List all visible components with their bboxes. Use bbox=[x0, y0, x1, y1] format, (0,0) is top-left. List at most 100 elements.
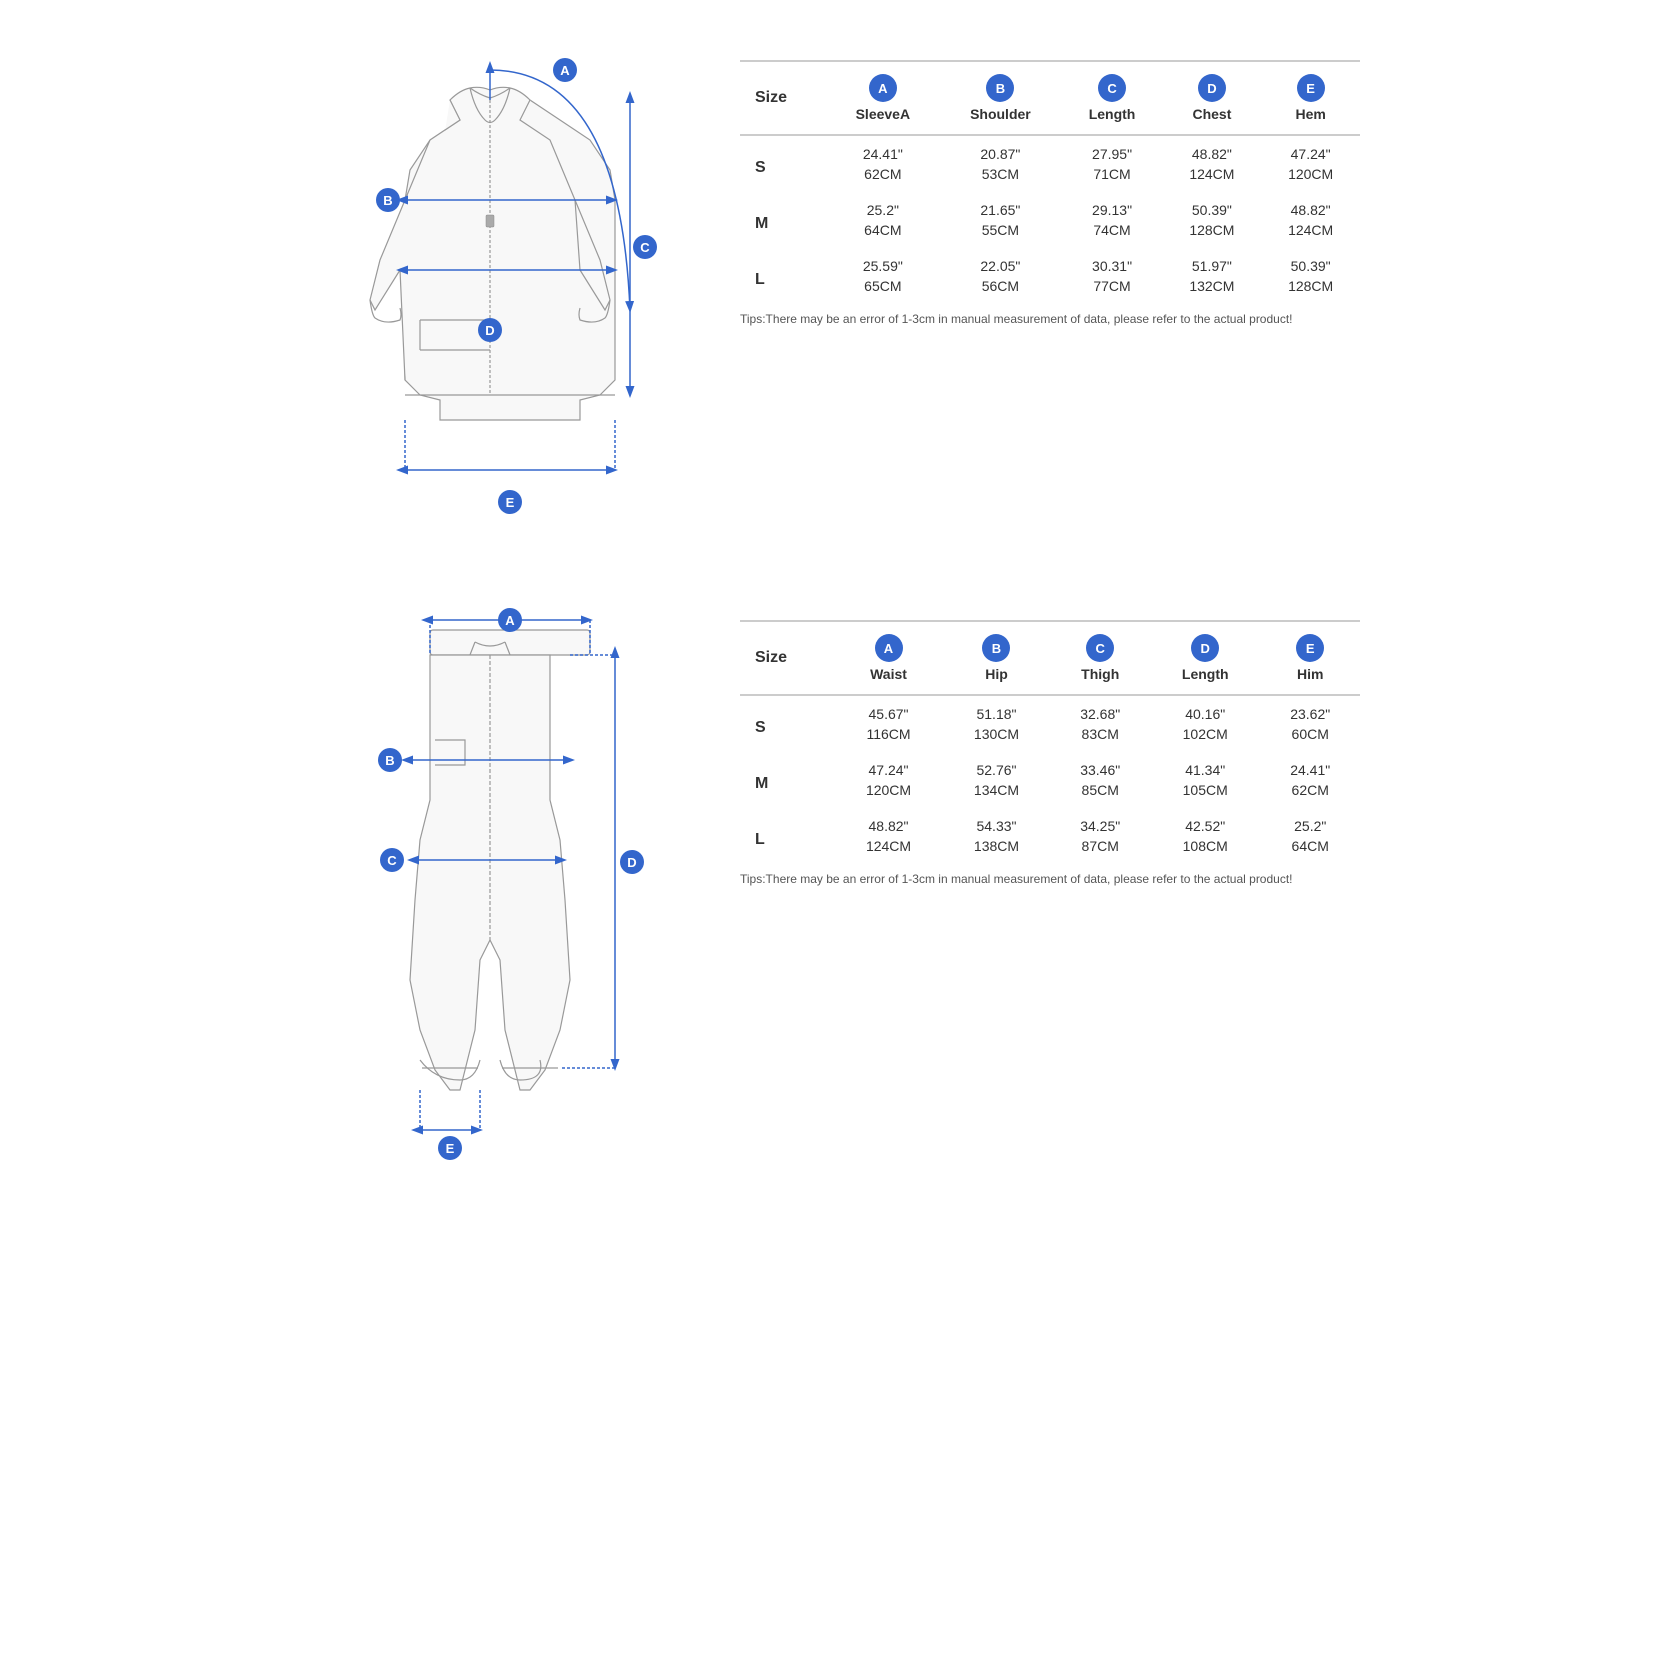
table-row: L48.82"54.33"34.25"42.52"25.2" bbox=[740, 808, 1360, 836]
measurement-cm: 56CM bbox=[939, 276, 1061, 304]
measurement-cm: 60CM bbox=[1260, 724, 1360, 752]
measurement-inch: 27.95" bbox=[1062, 135, 1163, 164]
badge-a: A bbox=[869, 74, 897, 102]
pants-col-e-header: E Him bbox=[1260, 621, 1360, 695]
svg-text:E: E bbox=[446, 1141, 455, 1156]
measurement-inch: 24.41" bbox=[1260, 752, 1360, 780]
measurement-cm: 64CM bbox=[1260, 836, 1360, 864]
pants-section: A B C D E bbox=[320, 600, 1360, 1160]
table-row: M47.24"52.76"33.46"41.34"24.41" bbox=[740, 752, 1360, 780]
measurement-cm: 105CM bbox=[1150, 780, 1261, 808]
svg-text:B: B bbox=[383, 193, 392, 208]
measurement-cm: 116CM bbox=[835, 724, 943, 752]
measurement-inch: 21.65" bbox=[939, 192, 1061, 220]
measurement-cm: 108CM bbox=[1150, 836, 1261, 864]
measurement-cm: 83CM bbox=[1050, 724, 1149, 752]
pants-badge-c: C bbox=[1086, 634, 1114, 662]
measurement-inch: 54.33" bbox=[943, 808, 1051, 836]
table-row: 65CM56CM77CM132CM128CM bbox=[740, 276, 1360, 304]
measurement-cm: 62CM bbox=[826, 164, 939, 192]
measurement-cm: 130CM bbox=[943, 724, 1051, 752]
measurement-inch: 50.39" bbox=[1163, 192, 1262, 220]
measurement-cm: 55CM bbox=[939, 220, 1061, 248]
measurement-inch: 51.18" bbox=[943, 695, 1051, 724]
measurement-inch: 52.76" bbox=[943, 752, 1051, 780]
jacket-diagram: A B C D E bbox=[320, 40, 700, 540]
measurement-cm: 74CM bbox=[1062, 220, 1163, 248]
measurement-inch: 33.46" bbox=[1050, 752, 1149, 780]
measurement-inch: 48.82" bbox=[1261, 192, 1360, 220]
measurement-cm: 85CM bbox=[1050, 780, 1149, 808]
badge-d: D bbox=[1198, 74, 1226, 102]
measurement-cm: 64CM bbox=[826, 220, 939, 248]
jacket-size-table: Size A SleeveA B Shoulder bbox=[740, 60, 1360, 304]
measurement-cm: 71CM bbox=[1062, 164, 1163, 192]
measurement-inch: 29.13" bbox=[1062, 192, 1163, 220]
jacket-col-d-header: D Chest bbox=[1163, 61, 1262, 135]
measurement-inch: 45.67" bbox=[835, 695, 943, 724]
measurement-inch: 30.31" bbox=[1062, 248, 1163, 276]
pants-badge-b: B bbox=[982, 634, 1010, 662]
measurement-cm: 65CM bbox=[826, 276, 939, 304]
measurement-inch: 32.68" bbox=[1050, 695, 1149, 724]
pants-col-d-header: D Length bbox=[1150, 621, 1261, 695]
hip-label: Hip bbox=[985, 666, 1008, 682]
svg-text:A: A bbox=[560, 63, 570, 78]
measurement-inch: 48.82" bbox=[835, 808, 943, 836]
pants-header-row: Size A Waist B Hip bbox=[740, 621, 1360, 695]
measurement-cm: 132CM bbox=[1163, 276, 1262, 304]
page-container: A B C D E bbox=[300, 0, 1380, 1200]
pants-col-c-header: C Thigh bbox=[1050, 621, 1149, 695]
measurement-inch: 23.62" bbox=[1260, 695, 1360, 724]
measurement-inch: 47.24" bbox=[835, 752, 943, 780]
measurement-cm: 120CM bbox=[1261, 164, 1360, 192]
svg-text:D: D bbox=[485, 323, 494, 338]
jacket-table-container: Size A SleeveA B Shoulder bbox=[740, 40, 1360, 326]
length-label: Length bbox=[1089, 106, 1136, 122]
measurement-inch: 50.39" bbox=[1261, 248, 1360, 276]
jacket-section: A B C D E bbox=[320, 40, 1360, 540]
measurement-inch: 47.24" bbox=[1261, 135, 1360, 164]
shoulder-label: Shoulder bbox=[970, 106, 1031, 122]
measurement-inch: 25.2" bbox=[826, 192, 939, 220]
table-row: 64CM55CM74CM128CM124CM bbox=[740, 220, 1360, 248]
measurement-inch: 42.52" bbox=[1150, 808, 1261, 836]
size-cell: L bbox=[740, 248, 826, 304]
measurement-inch: 48.82" bbox=[1163, 135, 1262, 164]
measurement-cm: 128CM bbox=[1261, 276, 1360, 304]
pants-badge-e: E bbox=[1296, 634, 1324, 662]
chest-label: Chest bbox=[1192, 106, 1231, 122]
size-cell: L bbox=[740, 808, 835, 864]
pants-badge-d: D bbox=[1191, 634, 1219, 662]
jacket-col-b-header: B Shoulder bbox=[939, 61, 1061, 135]
jacket-col-a-header: A SleeveA bbox=[826, 61, 939, 135]
jacket-col-e-header: E Hem bbox=[1261, 61, 1360, 135]
measurement-cm: 62CM bbox=[1260, 780, 1360, 808]
jacket-tips: Tips:There may be an error of 1-3cm in m… bbox=[740, 312, 1360, 326]
measurement-cm: 124CM bbox=[1163, 164, 1262, 192]
jacket-header-row: Size A SleeveA B Shoulder bbox=[740, 61, 1360, 135]
pants-size-table: Size A Waist B Hip bbox=[740, 620, 1360, 864]
svg-text:B: B bbox=[385, 753, 394, 768]
sleeve-a-label: SleeveA bbox=[856, 106, 910, 122]
svg-text:C: C bbox=[387, 853, 397, 868]
hem-label: Hem bbox=[1295, 106, 1325, 122]
waist-label: Waist bbox=[870, 666, 907, 682]
size-cell: S bbox=[740, 135, 826, 192]
size-cell: S bbox=[740, 695, 835, 752]
table-row: S45.67"51.18"32.68"40.16"23.62" bbox=[740, 695, 1360, 724]
table-row: M25.2"21.65"29.13"50.39"48.82" bbox=[740, 192, 1360, 220]
jacket-col-c-header: C Length bbox=[1062, 61, 1163, 135]
measurement-inch: 25.2" bbox=[1260, 808, 1360, 836]
pants-col-a-header: A Waist bbox=[835, 621, 943, 695]
measurement-cm: 102CM bbox=[1150, 724, 1261, 752]
pants-table-container: Size A Waist B Hip bbox=[740, 600, 1360, 886]
svg-text:D: D bbox=[627, 855, 636, 870]
pants-tips: Tips:There may be an error of 1-3cm in m… bbox=[740, 872, 1360, 886]
measurement-cm: 134CM bbox=[943, 780, 1051, 808]
svg-text:E: E bbox=[506, 495, 515, 510]
table-row: L25.59"22.05"30.31"51.97"50.39" bbox=[740, 248, 1360, 276]
measurement-cm: 120CM bbox=[835, 780, 943, 808]
measurement-inch: 25.59" bbox=[826, 248, 939, 276]
measurement-inch: 34.25" bbox=[1050, 808, 1149, 836]
